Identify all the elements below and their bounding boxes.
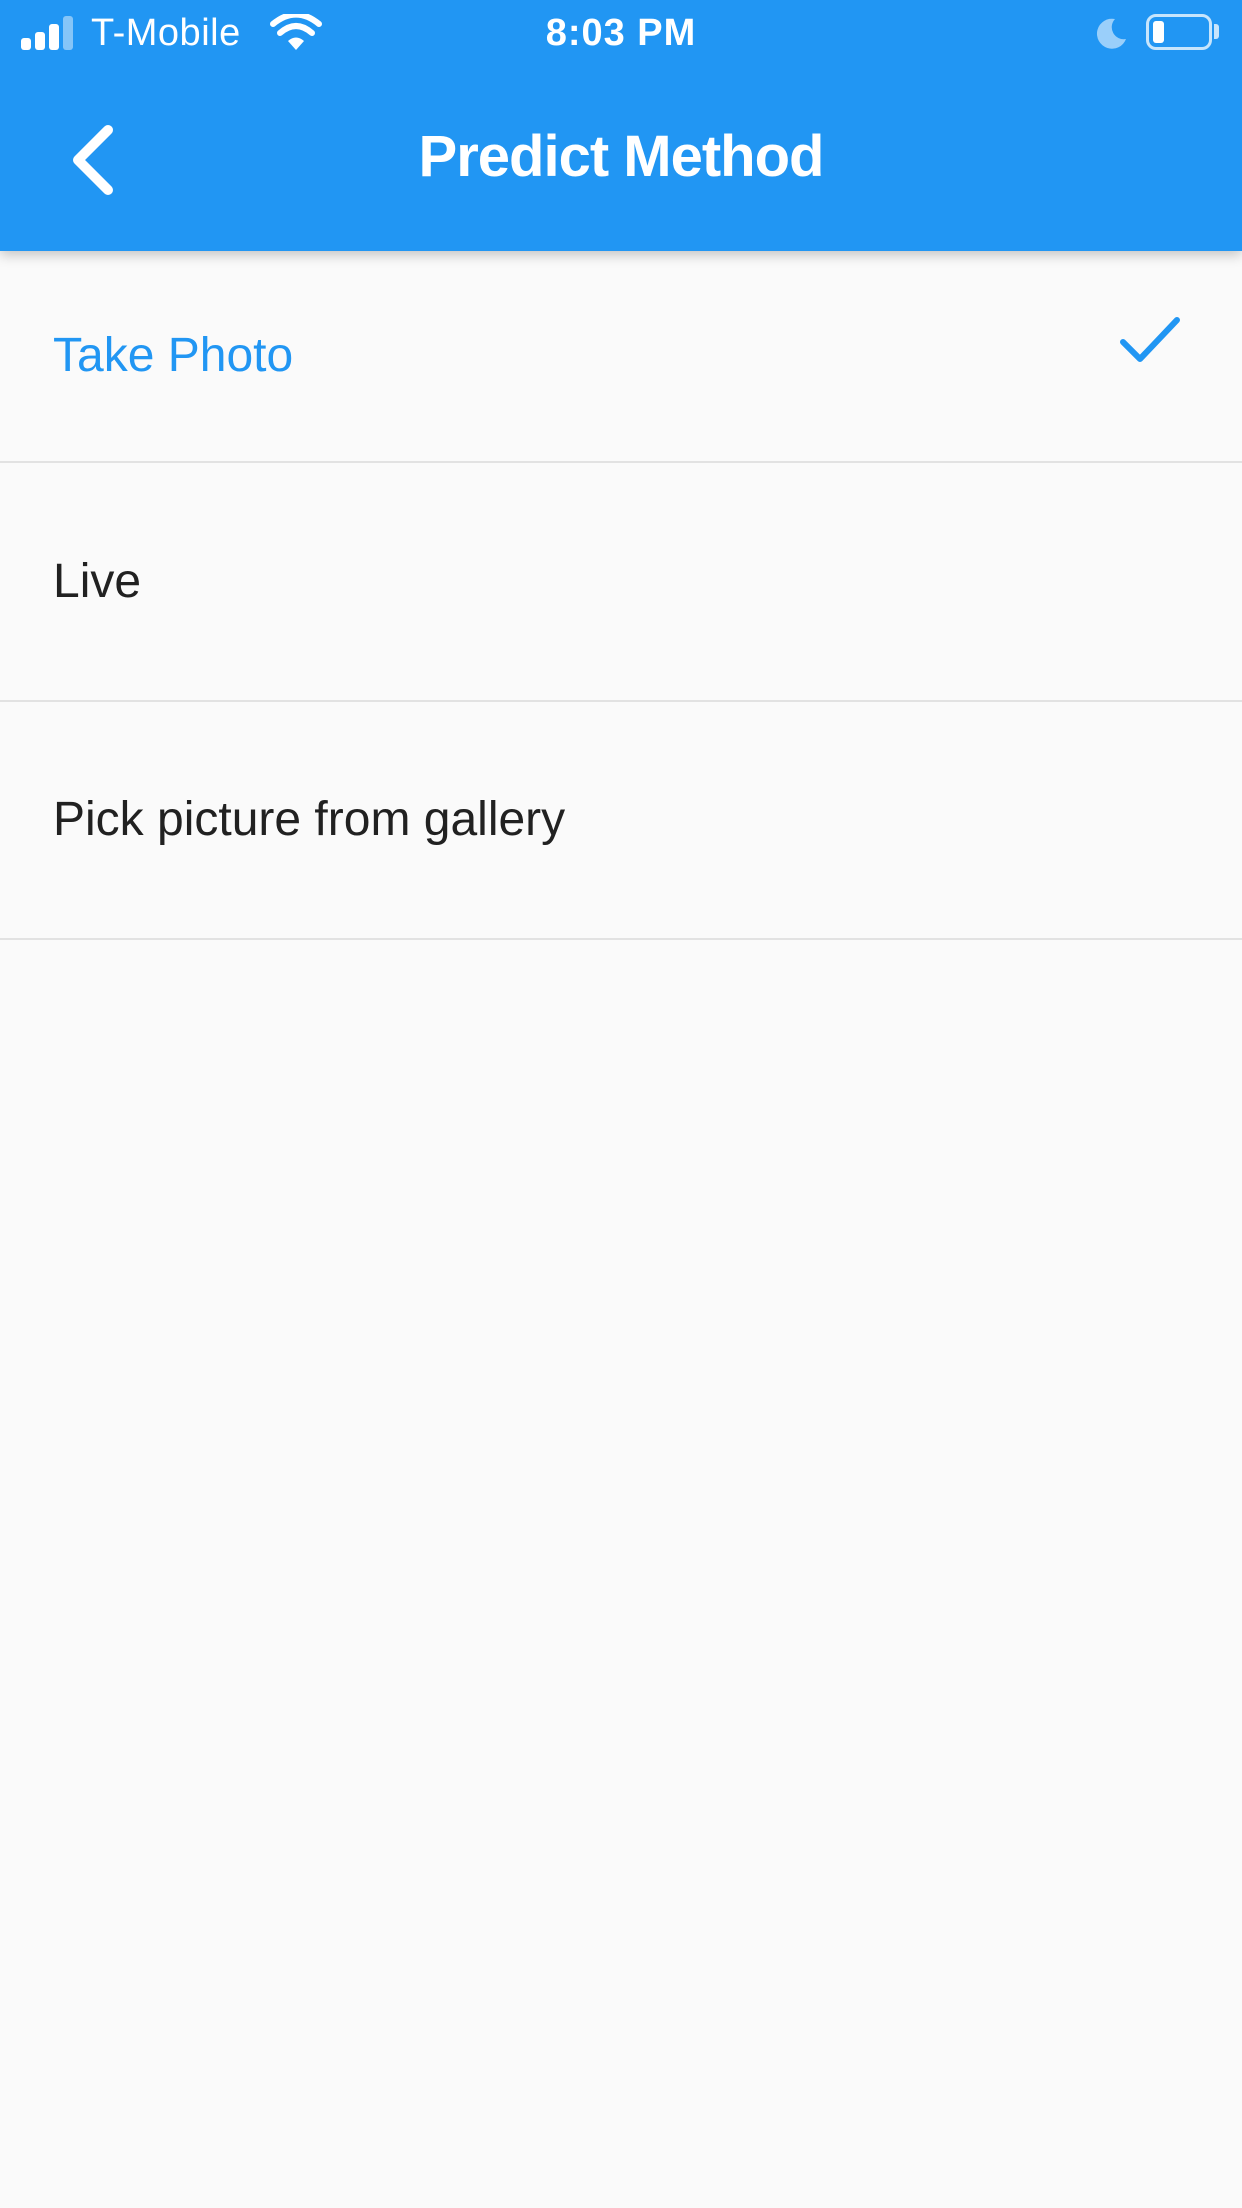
app-bar: T-Mobile 8:03 PM Predict Method [0,0,1242,251]
checkmark-icon [1120,317,1180,362]
status-bar: T-Mobile 8:03 PM [0,0,1242,66]
option-label: Take Photo [53,329,294,382]
option-take-photo[interactable]: Take Photo [0,251,1242,463]
page-title: Predict Method [418,124,825,189]
predict-method-list: Take Photo Live Pick picture from galler… [0,251,1242,940]
option-live[interactable]: Live [0,463,1242,702]
battery-level [1153,21,1164,43]
battery-cap [1214,24,1219,39]
battery-icon [1146,14,1212,50]
do-not-disturb-moon-icon [1096,18,1126,49]
option-pick-from-gallery[interactable]: Pick picture from gallery [0,702,1242,940]
status-time: 8:03 PM [545,12,697,54]
option-label: Live [53,554,142,608]
option-label: Pick picture from gallery [53,793,566,846]
